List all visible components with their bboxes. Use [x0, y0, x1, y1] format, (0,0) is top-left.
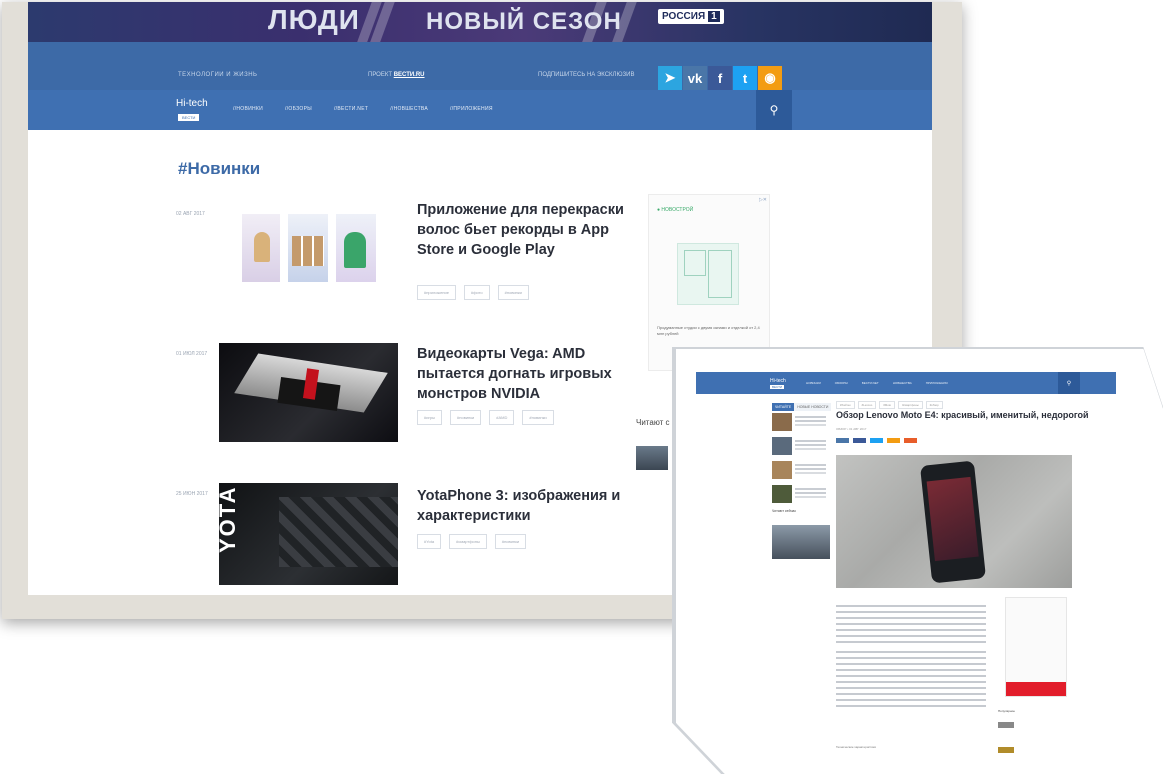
inset-nav-item[interactable]: ВЕСТИ.NET — [862, 381, 879, 385]
phone-image — [919, 460, 987, 584]
nav-item-vesti-net[interactable]: //ВЕСТИ.NET — [334, 106, 368, 112]
article-title[interactable]: YotaPhone 3: изображения и характеристик… — [417, 486, 627, 526]
inset-news-list — [772, 413, 826, 509]
site-logo[interactable]: Hi-tech — [176, 98, 208, 109]
article-tags: #приложение #фото #новинки — [417, 285, 537, 300]
article-date: 02 АВГ 2017 — [176, 211, 205, 217]
article-date: 25 ИЮН 2017 — [176, 491, 208, 497]
article-screenshot: Hi-tech ВЕСТИ НОВИНКИ ОБЗОРЫ ВЕСТИ.NET Н… — [676, 349, 1163, 774]
article-title[interactable]: Приложение для перекраски волос бьет рек… — [417, 200, 627, 260]
nav-item-prilozheniya[interactable]: //ПРИЛОЖЕНИЯ — [450, 106, 493, 112]
specs-heading: Технические характеристики — [836, 745, 877, 749]
tag[interactable]: #новинки — [494, 534, 527, 549]
nav-item-novinki[interactable]: //НОВИНКИ — [233, 106, 263, 112]
crumb-tag[interactable]: #смартфоны — [898, 401, 923, 409]
inset-nav-menu: НОВИНКИ ОБЗОРЫ ВЕСТИ.NET НОВШЕСТВА ПРИЛО… — [806, 381, 962, 385]
nav-item-obzory[interactable]: //ОБЗОРЫ — [285, 106, 312, 112]
inset-reading-now-thumbnail[interactable] — [772, 525, 830, 559]
article-tags: #игры #новинки #AMD #новинки — [417, 410, 562, 425]
inset-reading-now-heading: Читают сейчас — [772, 509, 797, 513]
crumb-tag[interactable]: #Lenovo — [857, 401, 877, 409]
list-item[interactable] — [772, 413, 826, 433]
share-vk-icon[interactable] — [836, 438, 849, 443]
main-nav: Hi-tech ВЕСТИ //НОВИНКИ //ОБЗОРЫ //ВЕСТИ… — [28, 90, 932, 130]
facebook-icon[interactable]: f — [708, 66, 732, 90]
banner-title-left: ЛЮДИ — [268, 4, 360, 35]
article-thumbnail[interactable] — [219, 343, 398, 442]
list-item[interactable] — [772, 461, 826, 481]
tag[interactable]: #новинки — [497, 285, 529, 300]
list-item[interactable] — [772, 485, 826, 505]
ad-text: Продуманные студии с двумя окнами и отде… — [657, 325, 760, 336]
article-tags: #Yota #смартфоны #новинки — [417, 534, 534, 549]
tag[interactable]: #AMD — [489, 410, 515, 425]
inset-ad-block[interactable] — [1005, 597, 1067, 697]
nav-item-novshestva[interactable]: //НОВШЕСТВА — [390, 106, 428, 112]
tag[interactable]: #приложение — [417, 285, 456, 300]
search-icon[interactable]: ⚲ — [756, 90, 792, 130]
inset-article-meta: ОБЗОР • 01 АВГ 2017 — [836, 427, 867, 431]
crumb-tag[interactable]: #Moto — [879, 401, 896, 409]
popular-heading: Популярное — [998, 709, 1015, 713]
share-more-icon[interactable] — [904, 438, 917, 443]
promo-banner[interactable]: ЛЮДИ НОВЫЙ СЕЗОН РОССИЯ 1 — [28, 2, 932, 42]
share-ok-icon[interactable] — [887, 438, 900, 443]
article-thumbnail[interactable] — [240, 212, 380, 287]
inset-search-icon[interactable]: ⚲ — [1058, 372, 1080, 394]
crumb-tag[interactable]: #Хайтек — [836, 401, 855, 409]
tag[interactable]: #фото — [463, 285, 490, 300]
inset-nav-item[interactable]: ОБЗОРЫ — [835, 381, 848, 385]
tag[interactable]: #Yota — [417, 534, 442, 549]
inset-article-title: Обзор Lenovo Moto E4: красивый, именитый… — [836, 410, 1089, 420]
share-facebook-icon[interactable] — [853, 438, 866, 443]
inset-nav-item[interactable]: НОВШЕСТВА — [893, 381, 912, 385]
subscribe-text: ПОДПИШИТЕСЬ НА ЭКСКЛЮЗИВ — [538, 72, 635, 78]
twitter-icon[interactable]: t — [733, 66, 757, 90]
vk-icon[interactable]: vk — [683, 66, 707, 90]
telegram-icon[interactable]: ➤ — [658, 66, 682, 90]
popular-thumbnail[interactable] — [998, 722, 1014, 728]
list-item[interactable] — [772, 437, 826, 457]
inset-site-logo-badge: ВЕСТИ — [770, 385, 785, 389]
rss-icon[interactable]: ◉ — [758, 66, 782, 90]
floor-plan-image — [677, 243, 739, 305]
inset-tabs: ЧИТАЙТЕ НОВЫЕ НОВОСТИ — [772, 403, 832, 411]
tab-read[interactable]: ЧИТАЙТЕ — [772, 403, 795, 411]
site-logo-badge: ВЕСТИ — [178, 114, 200, 121]
article-thumbnail[interactable]: YOTA 3 — [219, 483, 398, 585]
social-links: ➤ vk f t ◉ — [658, 66, 783, 90]
ad-block[interactable]: ▷✕ ● НОВОСТРОЙ Продуманные студии с двум… — [648, 194, 770, 371]
article-date: 01 ИЮЛ 2017 — [176, 351, 208, 357]
share-buttons — [836, 438, 921, 443]
inset-nav-item[interactable]: НОВИНКИ — [806, 381, 821, 385]
article-hero-image — [836, 455, 1072, 588]
inset-site-logo[interactable]: Hi-tech — [770, 378, 786, 384]
ad-close-icon[interactable]: ▷✕ — [759, 197, 767, 203]
project-info: ПРОЕКТ ВЕСТИ.RU — [368, 72, 425, 78]
tab-new[interactable]: НОВЫЕ НОВОСТИ — [794, 403, 832, 411]
top-bar: ТЕХНОЛОГИИ И ЖИЗНЬ ПРОЕКТ ВЕСТИ.RU ПОДПИ… — [28, 42, 932, 90]
tag[interactable]: #смартфоны — [449, 534, 487, 549]
article-body — [836, 605, 986, 711]
tag[interactable]: #игры — [417, 410, 443, 425]
inset-nav: Hi-tech ВЕСТИ НОВИНКИ ОБЗОРЫ ВЕСТИ.NET Н… — [696, 372, 1116, 394]
reading-now-thumbnail[interactable] — [636, 446, 668, 470]
article-title[interactable]: Видеокарты Vega: AMD пытается догнать иг… — [417, 344, 627, 404]
nav-menu: //НОВИНКИ //ОБЗОРЫ //ВЕСТИ.NET //НОВШЕСТ… — [233, 106, 515, 112]
inset-nav-item[interactable]: ПРИЛОЖЕНИЯ — [926, 381, 948, 385]
ad-brand: ● НОВОСТРОЙ — [657, 207, 694, 213]
page-title: #Новинки — [178, 159, 261, 178]
tag[interactable]: #новинки — [450, 410, 482, 425]
share-twitter-icon[interactable] — [870, 438, 883, 443]
popular-thumbnail[interactable] — [998, 747, 1014, 753]
project-link[interactable]: ВЕСТИ.RU — [394, 72, 425, 78]
breadcrumb: #Хайтек #Lenovo #Moto #смартфоны #обзор — [836, 401, 946, 409]
reading-now-heading: Читают с — [636, 418, 670, 427]
tagline: ТЕХНОЛОГИИ И ЖИЗНЬ — [178, 72, 258, 78]
crumb-tag[interactable]: #обзор — [925, 401, 943, 409]
channel-logo: РОССИЯ 1 — [658, 9, 724, 24]
banner-title-right: НОВЫЙ СЕЗОН — [426, 8, 622, 35]
tag[interactable]: #новинки — [522, 410, 554, 425]
